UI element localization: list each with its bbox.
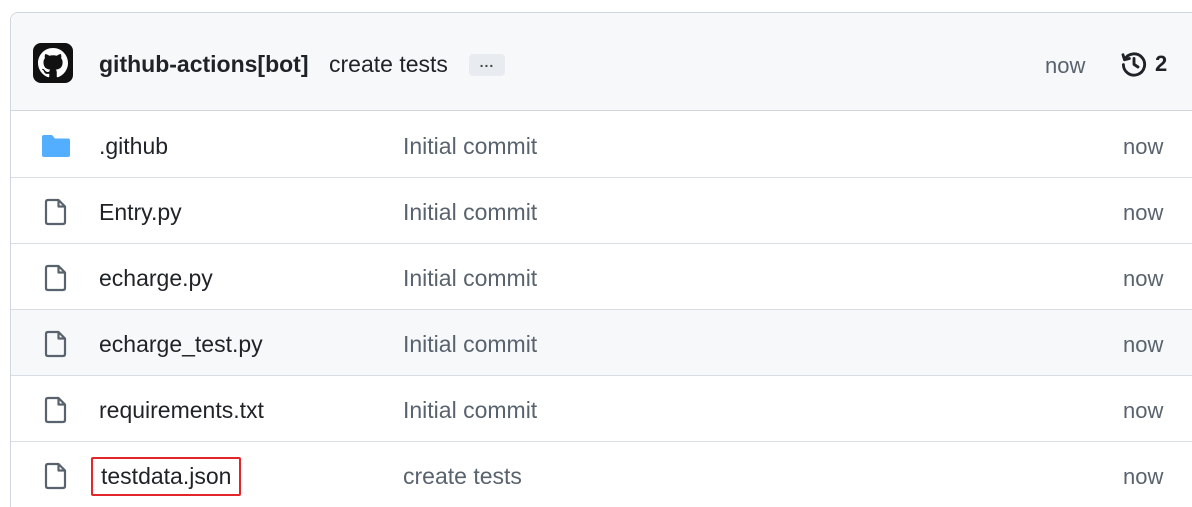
file-row-testdata-json[interactable]: testdata.json create tests now xyxy=(11,442,1192,507)
file-name-link[interactable]: Entry.py xyxy=(99,199,182,226)
file-row-echarge-test-py[interactable]: echarge_test.py Initial commit now xyxy=(11,310,1192,376)
file-row-entry-py[interactable]: Entry.py Initial commit now xyxy=(11,178,1192,244)
file-icon xyxy=(44,462,67,490)
history-clock-icon xyxy=(1121,52,1146,77)
file-name-link[interactable]: echarge.py xyxy=(99,265,213,292)
file-icon xyxy=(44,396,67,424)
file-name-link[interactable]: testdata.json xyxy=(91,457,242,496)
file-icon xyxy=(44,330,67,358)
file-icon xyxy=(44,264,67,292)
author-avatar[interactable] xyxy=(33,43,73,83)
file-commit-message-link[interactable]: create tests xyxy=(403,463,522,490)
file-row-requirements-txt[interactable]: requirements.txt Initial commit now xyxy=(11,376,1192,442)
file-list: .github Initial commit now Entry.py Init… xyxy=(11,112,1192,507)
file-commit-time: now xyxy=(1123,200,1164,225)
file-commit-message-link[interactable]: Initial commit xyxy=(403,265,537,292)
file-browser-panel: github-actions[bot] create tests ... now… xyxy=(10,12,1192,507)
file-commit-message-link[interactable]: Initial commit xyxy=(403,331,537,358)
commit-time: now xyxy=(1045,53,1086,78)
expand-commit-message-button[interactable]: ... xyxy=(469,54,505,76)
commit-history-link[interactable]: 2 xyxy=(1119,49,1167,79)
latest-commit-bar: github-actions[bot] create tests ... now… xyxy=(11,13,1192,111)
file-commit-time: now xyxy=(1123,398,1164,423)
file-icon xyxy=(44,198,67,226)
commit-count: 2 xyxy=(1155,51,1168,76)
file-name-link[interactable]: echarge_test.py xyxy=(99,331,263,358)
file-commit-message-link[interactable]: Initial commit xyxy=(403,199,537,226)
commit-author-link[interactable]: github-actions[bot] xyxy=(99,51,309,78)
file-commit-time: now xyxy=(1123,464,1164,489)
folder-icon xyxy=(42,135,70,157)
file-commit-message-link[interactable]: Initial commit xyxy=(403,397,537,424)
commit-message-link[interactable]: create tests xyxy=(329,51,448,78)
file-row-echarge-py[interactable]: echarge.py Initial commit now xyxy=(11,244,1192,310)
file-commit-time: now xyxy=(1123,266,1164,291)
file-commit-message-link[interactable]: Initial commit xyxy=(403,133,537,160)
file-name-link[interactable]: .github xyxy=(99,133,168,160)
file-name-link[interactable]: requirements.txt xyxy=(99,397,264,424)
github-octocat-icon xyxy=(38,48,68,78)
file-commit-time: now xyxy=(1123,332,1164,357)
file-commit-time: now xyxy=(1123,134,1164,159)
file-row-github[interactable]: .github Initial commit now xyxy=(11,112,1192,178)
